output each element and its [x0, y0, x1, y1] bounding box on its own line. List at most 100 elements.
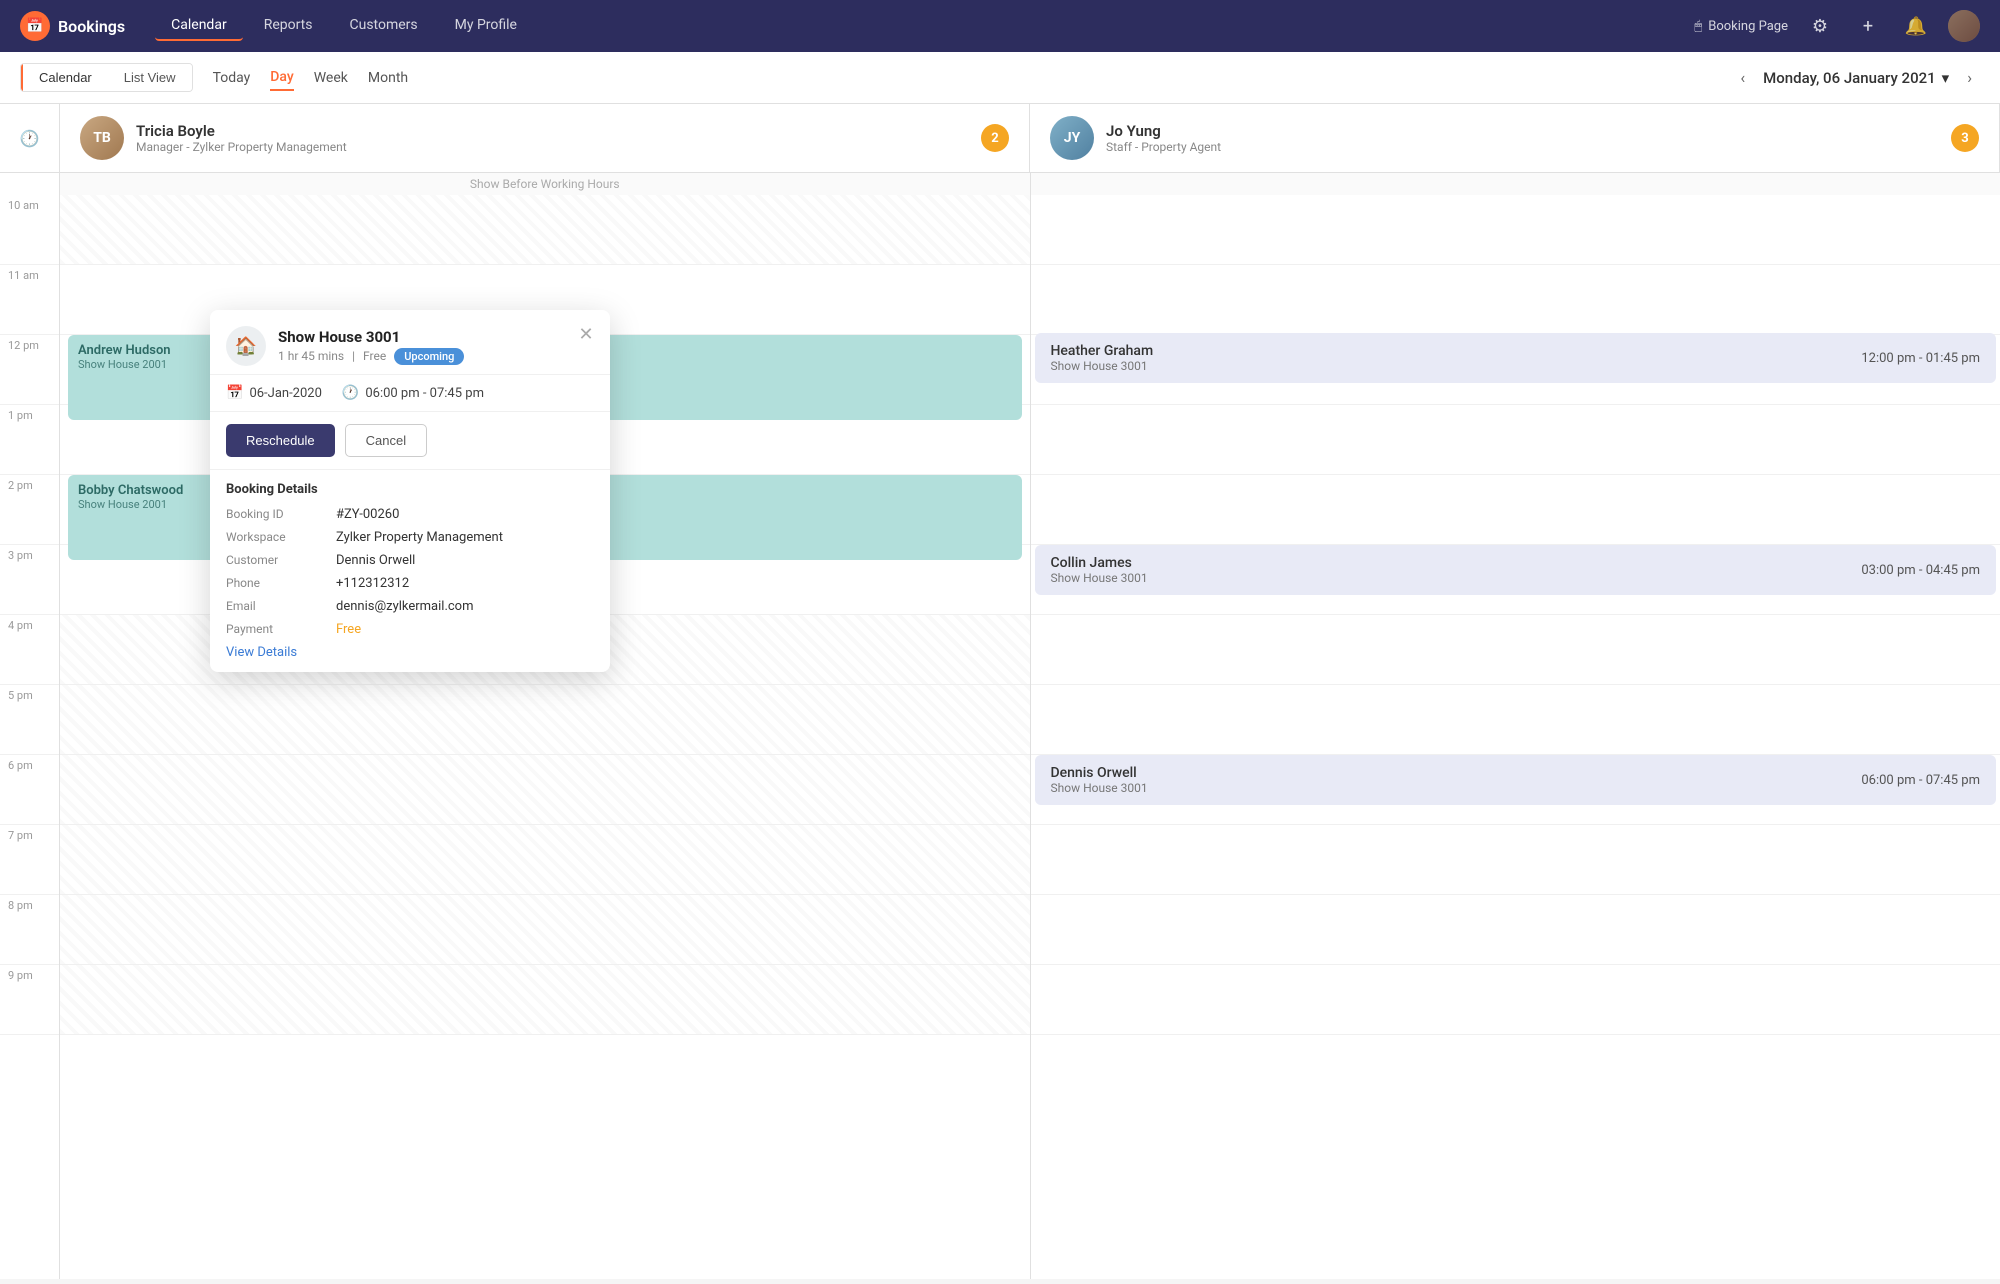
logo-icon: 📅 — [20, 11, 50, 41]
popup-date-item: 📅 06-Jan-2020 — [226, 385, 322, 401]
day-button[interactable]: Day — [270, 65, 293, 91]
popup-datetime: 📅 06-Jan-2020 🕐 06:00 pm - 07:45 pm — [210, 375, 610, 412]
popup-details: Booking Details Booking ID #ZY-00260 Wor… — [210, 470, 610, 672]
popup-header: 🏠 Show House 3001 1 hr 45 mins | Free Up… — [210, 310, 610, 375]
event-collin-james[interactable]: Collin James Show House 3001 03:00 pm - … — [1035, 545, 1997, 595]
event-heather-graham[interactable]: Heather Graham Show House 3001 12:00 pm … — [1035, 333, 1997, 383]
cancel-button[interactable]: Cancel — [345, 424, 427, 457]
payment-row: Payment Free — [226, 622, 594, 637]
payment-value: Free — [336, 622, 361, 637]
heather-time: 12:00 pm - 01:45 pm — [1861, 351, 1980, 366]
jo-calendar-column: Heather Graham Show House 3001 12:00 pm … — [1031, 195, 2000, 1279]
cursor-icon: 🖱 — [1694, 19, 1702, 34]
heather-name: Heather Graham — [1051, 343, 1154, 359]
time-10am: 10 am — [0, 195, 59, 265]
time-8pm: 8 pm — [0, 895, 59, 965]
time-3pm: 3 pm — [0, 545, 59, 615]
phone-value: +112312312 — [336, 576, 409, 591]
list-view-button[interactable]: List View — [108, 64, 192, 91]
time-9pm: 9 pm — [0, 965, 59, 1035]
booking-page-label: Booking Page — [1708, 19, 1788, 34]
staff-jo: JY Jo Yung Staff - Property Agent 3 — [1030, 104, 2000, 172]
popup-time-item: 🕐 06:00 pm - 07:45 pm — [342, 385, 484, 401]
popup-close-button[interactable]: ✕ — [574, 322, 598, 346]
jo-role: Staff - Property Agent — [1106, 140, 1979, 154]
popup-service-icon: 🏠 — [226, 326, 266, 366]
current-date: Monday, 06 January 2021 ▾ — [1763, 69, 1949, 87]
customer-label: Customer — [226, 553, 336, 567]
popup-meta: 1 hr 45 mins | Free Upcoming — [278, 348, 594, 365]
clock-icon: 🕐 — [342, 385, 359, 401]
calendar-toolbar: Calendar List View Today Day Week Month … — [0, 52, 2000, 104]
reschedule-button[interactable]: Reschedule — [226, 424, 335, 457]
date-dropdown-icon[interactable]: ▾ — [1942, 69, 1950, 87]
email-label: Email — [226, 599, 336, 613]
collin-sub: Show House 3001 — [1051, 571, 1148, 585]
nav-items: Calendar Reports Customers My Profile — [155, 11, 533, 41]
calendar-view-button[interactable]: Calendar — [21, 64, 108, 91]
time-6pm: 6 pm — [0, 755, 59, 825]
payment-label: Payment — [226, 622, 336, 636]
booking-id-label: Booking ID — [226, 507, 336, 521]
staff-tricia: TB Tricia Boyle Manager - Zylker Propert… — [60, 104, 1030, 172]
nav-customers[interactable]: Customers — [333, 11, 433, 41]
time-11am: 11 am — [0, 265, 59, 335]
popup-title: Show House 3001 — [278, 328, 594, 346]
month-button[interactable]: Month — [368, 66, 408, 90]
today-button[interactable]: Today — [213, 66, 251, 90]
time-4pm: 4 pm — [0, 615, 59, 685]
prev-day-button[interactable]: ‹ — [1732, 64, 1753, 91]
time-7pm: 7 pm — [0, 825, 59, 895]
email-value: dennis@zylkermail.com — [336, 599, 474, 614]
date-nav: ‹ Monday, 06 January 2021 ▾ › — [1732, 64, 1980, 91]
next-day-button[interactable]: › — [1959, 64, 1980, 91]
app-logo[interactable]: 📅 Bookings — [20, 11, 125, 41]
nav-calendar[interactable]: Calendar — [155, 11, 243, 41]
week-button[interactable]: Week — [314, 66, 348, 90]
time-2pm: 2 pm — [0, 475, 59, 545]
dennis-sub: Show House 3001 — [1051, 781, 1148, 795]
event-dennis-orwell[interactable]: Dennis Orwell Show House 3001 06:00 pm -… — [1035, 755, 1997, 805]
add-button[interactable]: + — [1852, 10, 1884, 42]
booking-popup: 🏠 Show House 3001 1 hr 45 mins | Free Up… — [210, 310, 610, 672]
booking-details-title: Booking Details — [226, 482, 594, 497]
settings-button[interactable]: ⚙ — [1804, 10, 1836, 42]
popup-date: 06-Jan-2020 — [249, 386, 321, 401]
user-avatar[interactable] — [1948, 10, 1980, 42]
booking-id-row: Booking ID #ZY-00260 — [226, 507, 594, 522]
phone-label: Phone — [226, 576, 336, 590]
heather-sub: Show House 3001 — [1051, 359, 1154, 373]
email-row: Email dennis@zylkermail.com — [226, 599, 594, 614]
jo-avatar: JY — [1050, 116, 1094, 160]
phone-row: Phone +112312312 — [226, 576, 594, 591]
nav-my-profile[interactable]: My Profile — [439, 11, 533, 41]
time-12pm: 12 pm — [0, 335, 59, 405]
time-1pm: 1 pm — [0, 405, 59, 475]
notifications-button[interactable]: 🔔 — [1900, 10, 1932, 42]
top-nav: 📅 Bookings Calendar Reports Customers My… — [0, 0, 2000, 52]
nav-reports[interactable]: Reports — [248, 11, 329, 41]
time-column: 10 am 11 am 12 pm 1 pm 2 pm 3 pm 4 pm 5 … — [0, 195, 60, 1279]
popup-separator: | — [352, 349, 355, 363]
view-toggle: Calendar List View — [20, 63, 193, 92]
dennis-name: Dennis Orwell — [1051, 765, 1148, 781]
popup-duration: 1 hr 45 mins — [278, 349, 344, 363]
booking-page-button[interactable]: 🖱 Booking Page — [1694, 19, 1788, 34]
calendar-icon: 📅 — [226, 385, 243, 401]
show-before-row: Show Before Working Hours — [0, 173, 2000, 195]
dennis-time: 06:00 pm - 07:45 pm — [1861, 773, 1980, 788]
workspace-value: Zylker Property Management — [336, 530, 503, 545]
collin-time: 03:00 pm - 04:45 pm — [1861, 563, 1980, 578]
workspace-row: Workspace Zylker Property Management — [226, 530, 594, 545]
view-details-link[interactable]: View Details — [226, 645, 594, 660]
time-nav: Today Day Week Month — [213, 65, 409, 91]
customer-row: Customer Dennis Orwell — [226, 553, 594, 568]
workspace-label: Workspace — [226, 530, 336, 544]
popup-time: 06:00 pm - 07:45 pm — [365, 386, 484, 401]
show-before-left: Show Before Working Hours — [60, 173, 1031, 195]
tricia-role: Manager - Zylker Property Management — [136, 140, 1009, 154]
app-name: Bookings — [58, 17, 125, 36]
collin-name: Collin James — [1051, 555, 1148, 571]
time-5pm: 5 pm — [0, 685, 59, 755]
customer-value: Dennis Orwell — [336, 553, 415, 568]
